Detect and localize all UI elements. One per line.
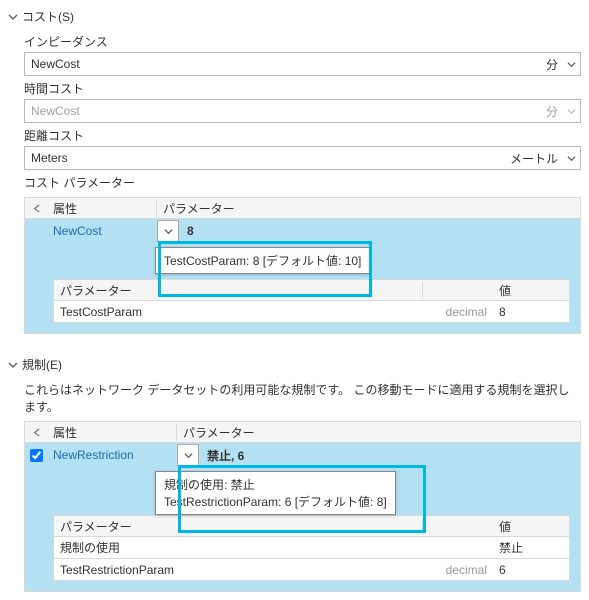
impedance-select[interactable]: NewCost 分 <box>24 52 581 76</box>
cost-row-newcost[interactable]: NewCost 8 <box>24 219 581 243</box>
inner-row-val: 6 <box>493 563 569 577</box>
header-attribute: 属性 <box>47 200 157 217</box>
cost-inner-panel: パラメーター 値 TestCostParam decimal 8 TestCos… <box>24 243 581 334</box>
cost-params-title: コスト パラメーター <box>24 174 581 191</box>
header-parameter: パラメーター <box>157 200 580 217</box>
distance-cost-unit: メートル <box>502 150 562 167</box>
restriction-row[interactable]: NewRestriction 禁止, 6 <box>24 443 581 467</box>
restriction-tooltip: 規制の使用: 禁止 TestRestrictionParam: 6 [デフォルト… <box>155 471 396 515</box>
collapse-icon[interactable] <box>25 428 47 437</box>
header-parameter: パラメーター <box>177 424 580 441</box>
inner-row-param: TestCostParam <box>54 305 423 319</box>
restriction-grid-header: 属性 パラメーター <box>24 421 581 443</box>
caret-down-icon <box>562 107 580 116</box>
impedance-value: NewCost <box>25 57 538 71</box>
distance-cost-select[interactable]: Meters メートル <box>24 146 581 170</box>
time-cost-select[interactable]: NewCost 分 <box>24 99 581 123</box>
caret-down-icon <box>562 60 580 69</box>
time-cost-label: 時間コスト <box>24 80 581 97</box>
header-attribute: 属性 <box>47 424 177 441</box>
restriction-tooltip-line1: 規制の使用: 禁止 <box>164 476 387 493</box>
cost-row-attr: NewCost <box>47 224 157 238</box>
inner-row-param: 規制の使用 <box>54 539 423 556</box>
restriction-inner-row-param[interactable]: TestRestrictionParam decimal 6 <box>53 559 570 581</box>
cost-tooltip-text: TestCostParam: 8 [デフォルト値: 10] <box>164 254 361 268</box>
restriction-inner-header: パラメーター 値 <box>53 515 570 537</box>
chevron-down-icon <box>8 360 18 370</box>
restriction-section-title: 規制(E) <box>22 356 62 373</box>
inner-row-val: 禁止 <box>493 539 569 556</box>
restriction-grid: 属性 パラメーター NewRestriction 禁止, 6 パラメーター 値 … <box>24 421 581 592</box>
time-cost-value: NewCost <box>25 104 538 118</box>
expand-button[interactable] <box>157 220 179 242</box>
cost-params-grid: 属性 パラメーター NewCost 8 パラメーター 値 TestCostPar… <box>24 197 581 334</box>
restriction-checkbox[interactable] <box>25 449 47 462</box>
distance-cost-value: Meters <box>25 151 502 165</box>
inner-row-val: 8 <box>493 305 569 319</box>
inner-row-type: decimal <box>423 563 493 577</box>
cost-section: コスト(S) インピーダンス NewCost 分 時間コスト NewCost 分… <box>0 0 589 342</box>
inner-header-val: 値 <box>493 518 569 535</box>
expand-button[interactable] <box>177 444 199 466</box>
chevron-down-icon <box>8 12 18 22</box>
cost-inner-header: パラメーター 値 <box>53 279 570 301</box>
restriction-section: 規制(E) これらはネットワーク データセットの利用可能な規制です。 この移動モ… <box>0 342 589 600</box>
restriction-inner-row-usage[interactable]: 規制の使用 禁止 <box>53 537 570 559</box>
restriction-inner-panel: パラメーター 値 規制の使用 禁止 TestRestrictionParam d… <box>24 467 581 592</box>
inner-row-param: TestRestrictionParam <box>54 563 423 577</box>
restriction-row-param: 禁止, 6 <box>203 447 580 464</box>
cost-grid-header: 属性 パラメーター <box>24 197 581 219</box>
restriction-row-attr: NewRestriction <box>47 448 177 462</box>
cost-row-param: 8 <box>183 224 580 238</box>
cost-section-header[interactable]: コスト(S) <box>8 4 581 29</box>
distance-cost-label: 距離コスト <box>24 127 581 144</box>
time-cost-unit: 分 <box>538 103 562 120</box>
inner-header-param: パラメーター <box>54 518 423 535</box>
cost-inner-row[interactable]: TestCostParam decimal 8 <box>53 301 570 323</box>
restriction-section-header[interactable]: 規制(E) <box>8 352 581 377</box>
caret-down-icon <box>562 154 580 163</box>
cost-tooltip: TestCostParam: 8 [デフォルト値: 10] <box>155 247 370 274</box>
restriction-description: これらはネットワーク データセットの利用可能な規制です。 この移動モードに適用す… <box>24 381 581 415</box>
inner-header-val: 値 <box>493 282 569 299</box>
cost-section-title: コスト(S) <box>22 8 74 25</box>
inner-header-param: パラメーター <box>54 282 423 299</box>
collapse-icon[interactable] <box>25 204 47 213</box>
inner-row-type: decimal <box>423 305 493 319</box>
impedance-unit: 分 <box>538 56 562 73</box>
impedance-label: インピーダンス <box>24 33 581 50</box>
restriction-tooltip-line2: TestRestrictionParam: 6 [デフォルト値: 8] <box>164 493 387 510</box>
